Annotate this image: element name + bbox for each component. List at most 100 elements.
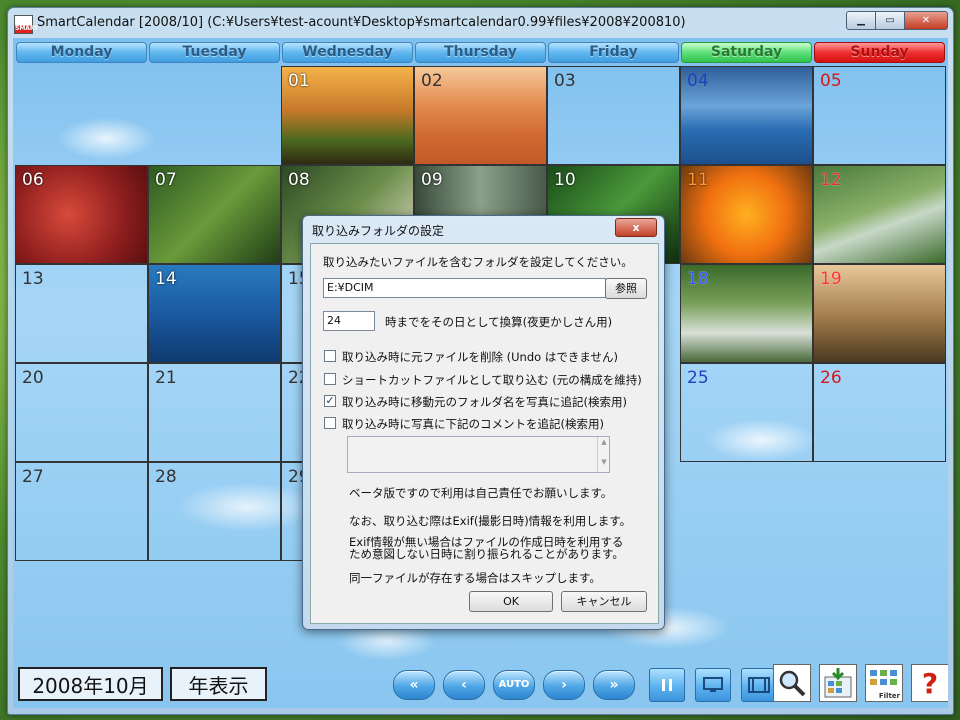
day-cell photo[interactable]: 07 (148, 165, 281, 264)
filter-label: Filter (878, 692, 900, 700)
note-skip: 同一ファイルが存在する場合はスキップします。 (349, 571, 601, 585)
day-cell photo[interactable]: 06 (15, 165, 148, 264)
double-chevron-right-icon: » (609, 676, 619, 693)
header-sunday: Sunday (814, 42, 945, 63)
cancel-button[interactable]: キャンセル (561, 591, 647, 612)
import-icon (824, 668, 852, 698)
window-title: SmartCalendar [2008/10] (C:¥Users¥test-a… (37, 15, 686, 30)
filter-icon (870, 670, 897, 685)
day-number: 02 (421, 71, 443, 91)
day-number: 26 (820, 368, 842, 388)
day-cell[interactable]: 27 (15, 462, 148, 561)
day-cell[interactable]: 03 (547, 66, 680, 165)
day-cell[interactable]: 20 (15, 363, 148, 462)
prev-year-button[interactable]: « (393, 669, 435, 700)
day-cell photo[interactable]: 18 (680, 264, 813, 363)
year-view-button[interactable]: 年表示 (170, 667, 267, 701)
help-button[interactable]: ? (911, 664, 948, 702)
maximize-icon: ▭ (885, 15, 895, 26)
day-number: 01 (288, 71, 310, 91)
append-comment-label: 取り込み時に写真に下記のコメントを追記(検索用) (342, 417, 604, 431)
next-year-button[interactable]: » (593, 669, 635, 700)
note-beta: ベータ版ですので利用は自己責任でお願いします。 (349, 486, 613, 500)
app-icon: SMART (14, 15, 38, 34)
minimize-icon: ▁ (857, 15, 865, 26)
day-number: 12 (820, 170, 842, 190)
dialog-title: 取り込みフォルダの設定 (312, 224, 445, 238)
append-folder-name-checkbox[interactable]: ✓ (324, 395, 336, 407)
filmstrip-view-button[interactable] (741, 667, 777, 702)
day-number: 13 (22, 269, 44, 289)
append-folder-name-label: 取り込み時に移動元のフォルダ名を写真に追記(検索用) (342, 395, 627, 409)
day-cell[interactable]: 21 (148, 363, 281, 462)
day-cell[interactable]: 26 (813, 363, 946, 462)
day-number: 07 (155, 170, 177, 190)
day-cell photo[interactable]: 11 (680, 165, 813, 264)
chevron-left-icon: ‹ (461, 676, 467, 693)
title-bar[interactable]: SMART SmartCalendar [2008/10] (C:¥Users¥… (8, 8, 953, 38)
filter-button[interactable]: Filter (865, 664, 903, 702)
hour-label: 時までをその日として換算(夜更かしさん用) (385, 315, 613, 329)
day-number: 28 (155, 467, 177, 487)
close-icon: ✕ (921, 15, 931, 26)
day-number: 11 (687, 170, 709, 190)
folder-path-input[interactable]: E:¥DCIM (323, 278, 606, 298)
day-number: 27 (22, 467, 44, 487)
close-button[interactable]: ✕ (904, 11, 948, 30)
day-number: 19 (820, 269, 842, 289)
day-cell photo[interactable]: 02 (414, 66, 547, 165)
day-number: 03 (554, 71, 576, 91)
day-cell photo[interactable]: 01 (281, 66, 414, 165)
navigation-bar: « ‹ AUTO › » (393, 667, 777, 702)
day-cell[interactable]: 05 (813, 66, 946, 165)
dialog-body: 取り込みたいファイルを含むフォルダを設定してください。 E:¥DCIM 参照 2… (310, 243, 659, 624)
day-number: 18 (687, 269, 709, 289)
delete-original-label: 取り込み時に元ファイルを削除 (Undo はできません) (342, 350, 618, 364)
hour-input[interactable]: 24 (323, 311, 375, 331)
header-saturday: Saturday (681, 42, 812, 63)
comment-textarea[interactable] (347, 436, 610, 473)
maximize-button[interactable]: ▭ (875, 11, 905, 30)
day-number: 06 (22, 170, 44, 190)
day-cell photo[interactable]: 12 (813, 165, 946, 264)
day-number: 05 (820, 71, 842, 91)
day-number: 04 (687, 71, 709, 91)
day-cell[interactable]: 13 (15, 264, 148, 363)
day-cell photo[interactable]: 14 (148, 264, 281, 363)
day-cell photo[interactable]: 19 (813, 264, 946, 363)
shortcut-checkbox[interactable] (324, 373, 336, 385)
delete-original-checkbox[interactable] (324, 350, 336, 362)
import-button[interactable] (819, 664, 857, 702)
import-folder-dialog: 取り込みフォルダの設定 x 取り込みたいファイルを含むフォルダを設定してください… (302, 215, 665, 630)
scroll-up-icon: ▲ (601, 438, 607, 446)
ok-button[interactable]: OK (469, 591, 553, 612)
pause-button[interactable] (649, 667, 685, 702)
comment-scrollbar[interactable]: ▲ ▼ (597, 437, 610, 472)
pause-icon (662, 678, 672, 691)
window-view-button[interactable] (695, 667, 731, 702)
search-button[interactable] (773, 664, 811, 702)
prev-month-button[interactable]: ‹ (443, 669, 485, 700)
instruction-text: 取り込みたいファイルを含むフォルダを設定してください。 (323, 255, 633, 269)
auto-button[interactable]: AUTO (493, 669, 535, 700)
day-cell[interactable]: 25 (680, 363, 813, 462)
day-cell[interactable]: 28 (148, 462, 281, 561)
day-number: 10 (554, 170, 576, 190)
magnifier-icon (779, 670, 806, 697)
header-friday: Friday (548, 42, 679, 63)
day-cell photo[interactable]: 04 (680, 66, 813, 165)
checkmark-icon: ✓ (325, 394, 335, 407)
question-mark-icon: ? (921, 666, 939, 700)
day-number: 21 (155, 368, 177, 388)
day-number: 14 (155, 269, 177, 289)
append-comment-checkbox[interactable] (324, 417, 336, 429)
dialog-close-button[interactable]: x (615, 218, 657, 237)
header-tuesday: Tuesday (149, 42, 280, 63)
note-exif: なお、取り込む際はExif(撮影日時)情報を利用します。 (349, 514, 632, 528)
note-no-exif-2: ため意図しない日時に割り振られることがあります。 (349, 547, 624, 561)
day-number: 25 (687, 368, 709, 388)
close-icon: x (632, 221, 640, 234)
browse-button[interactable]: 参照 (605, 278, 647, 299)
next-month-button[interactable]: › (543, 669, 585, 700)
minimize-button[interactable]: ▁ (846, 11, 876, 30)
